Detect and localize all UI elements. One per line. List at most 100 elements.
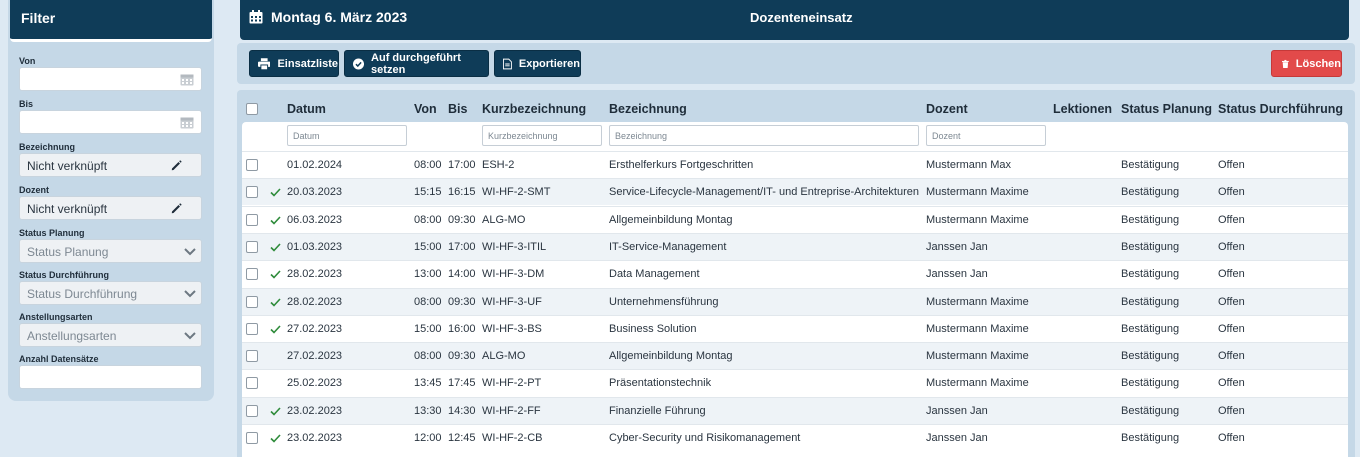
row-checkbox[interactable] — [246, 322, 258, 335]
table-row[interactable]: 01.03.2023 15:00 17:00 WI-HF-3-ITIL IT-Servi… — [242, 232, 1348, 260]
cell-status-durchfuehrung: Offen — [1218, 213, 1245, 226]
table-row[interactable]: 23.02.2023 13:30 14:30 WI-HF-2-FF Finanziell… — [242, 396, 1348, 424]
table-row[interactable]: 06.03.2023 08:00 09:30 ALG-MO Allgemeinbildu… — [242, 205, 1348, 233]
col-status-durchfuehrung[interactable]: Status Durchführung — [1218, 102, 1343, 116]
chevron-down-icon — [184, 290, 196, 298]
cell-status-durchfuehrung: Offen — [1218, 404, 1245, 417]
table-row[interactable]: 27.02.2023 15:00 16:00 WI-HF-3-BS Business S… — [242, 314, 1348, 342]
col-status-planung[interactable]: Status Planung — [1121, 102, 1212, 116]
status-planung-select[interactable]: Status Planung — [19, 239, 202, 263]
filter-dozent-input[interactable]: Dozent — [926, 125, 1046, 146]
row-checkbox[interactable] — [246, 432, 258, 444]
cell-dozent: Mustermann Maxime — [926, 322, 1029, 335]
dozent-field[interactable]: Nicht verknüpft — [19, 196, 202, 220]
row-checkbox[interactable] — [246, 159, 258, 171]
cell-bezeichnung: Cyber-Security und Risikomanagement — [609, 432, 801, 444]
dozent-value: Nicht verknüpft — [27, 202, 108, 216]
cell-bezeichnung: IT-Service-Management — [609, 240, 727, 253]
exportieren-label: Exportieren — [518, 57, 580, 70]
col-bis[interactable]: Bis — [448, 102, 467, 116]
durchgefuehrt-button[interactable]: Auf durchgeführt setzen — [344, 50, 489, 77]
cell-status-planung: Bestätigung — [1121, 295, 1180, 308]
col-bezeichnung[interactable]: Bezeichnung — [609, 102, 687, 116]
table-row[interactable]: 23.02.2023 12:00 12:45 WI-HF-2-CB Cyber-Secu… — [242, 424, 1348, 451]
cell-kurzbezeichnung: ESH-2 — [482, 159, 515, 171]
von-input[interactable] — [19, 67, 202, 91]
status-durchfuehrung-select[interactable]: Status Durchführung — [19, 281, 202, 305]
loeschen-button[interactable]: Löschen — [1271, 50, 1342, 77]
pencil-icon[interactable] — [171, 203, 182, 214]
row-checkbox[interactable] — [246, 350, 258, 363]
table-row[interactable]: 01.02.2024 08:00 17:00 ESH-2 Ersthelferkurs … — [242, 151, 1348, 178]
cell-bezeichnung: Business Solution — [609, 322, 697, 335]
exportieren-button[interactable]: Exportieren — [494, 50, 581, 77]
cell-status-durchfuehrung: Offen — [1218, 295, 1245, 308]
checkmark-icon — [270, 434, 281, 443]
cell-bezeichnung: Allgemeinbildung Montag — [609, 213, 733, 226]
cell-status-planung: Bestätigung — [1121, 186, 1180, 199]
anzahl-label: Anzahl Datensätze — [19, 354, 99, 364]
checkmark-icon — [270, 188, 281, 197]
bezeichnung-field[interactable]: Nicht verknüpft — [19, 153, 202, 177]
anstellungsarten-select[interactable]: Anstellungsarten — [19, 323, 202, 347]
cell-status-durchfuehrung: Offen — [1218, 159, 1245, 171]
cell-von: 15:00 — [414, 240, 442, 253]
calendar-icon[interactable] — [180, 73, 194, 86]
cell-datum: 28.02.2023 — [287, 295, 343, 308]
cell-bis: 09:30 — [448, 295, 476, 308]
cell-dozent: Mustermann Maxime — [926, 295, 1029, 308]
current-date: Montag 6. März 2023 — [271, 9, 408, 25]
col-von[interactable]: Von — [414, 102, 437, 116]
cell-kurzbezeichnung: ALG-MO — [482, 213, 526, 226]
row-checkbox[interactable] — [246, 186, 258, 199]
filter-kurzbezeichnung-input[interactable]: Kurzbezeichnung — [482, 125, 602, 146]
table-row[interactable]: 20.03.2023 15:15 16:15 WI-HF-2-SMT Service-L… — [242, 178, 1348, 206]
col-kurzbezeichnung[interactable]: Kurzbezeichnung — [482, 102, 586, 116]
cell-status-durchfuehrung: Offen — [1218, 377, 1245, 390]
cell-datum: 23.02.2023 — [287, 404, 343, 417]
chevron-down-icon — [184, 248, 196, 256]
bezeichnung-label: Bezeichnung — [19, 142, 76, 152]
loeschen-label: Löschen — [1295, 57, 1341, 70]
cell-dozent: Janssen Jan — [926, 432, 988, 444]
einsatzliste-button[interactable]: Einsatzliste — [249, 50, 339, 77]
pencil-icon[interactable] — [171, 160, 182, 171]
row-checkbox[interactable] — [246, 213, 258, 226]
cell-von: 15:15 — [414, 186, 442, 199]
filter-datum-input[interactable]: Datum — [287, 125, 407, 146]
table-row[interactable]: 28.02.2023 13:00 14:00 WI-HF-3-DM Data Manag… — [242, 260, 1348, 287]
bis-input[interactable] — [19, 110, 202, 134]
select-all-checkbox[interactable] — [246, 103, 258, 115]
cell-status-planung: Bestätigung — [1121, 322, 1180, 335]
calendar-icon[interactable] — [180, 116, 194, 129]
filter-bezeichnung-input[interactable]: Bezeichnung — [609, 125, 919, 146]
cell-dozent: Mustermann Max — [926, 159, 1011, 171]
cell-status-durchfuehrung: Offen — [1218, 240, 1245, 253]
cell-status-planung: Bestätigung — [1121, 213, 1180, 226]
cell-von: 13:45 — [414, 377, 442, 390]
cell-datum: 01.03.2023 — [287, 240, 343, 253]
bezeichnung-value: Nicht verknüpft — [27, 159, 108, 173]
row-checkbox[interactable] — [246, 404, 258, 417]
cell-von: 08:00 — [414, 350, 442, 363]
check-circle-icon — [353, 57, 365, 70]
anzahl-input[interactable] — [19, 365, 202, 389]
col-datum[interactable]: Datum — [287, 102, 326, 116]
col-lektionen[interactable]: Lektionen — [1053, 102, 1112, 116]
checkmark-icon — [270, 270, 281, 279]
cell-kurzbezeichnung: WI-HF-2-PT — [482, 377, 542, 390]
cell-von: 13:00 — [414, 268, 442, 281]
table-row[interactable]: 25.02.2023 13:45 17:45 WI-HF-2-PT Präsentati… — [242, 369, 1348, 396]
status-durchfuehrung-value: Status Durchführung — [27, 287, 138, 301]
table-row[interactable]: 27.02.2023 08:00 09:30 ALG-MO Allgemeinbildu… — [242, 342, 1348, 370]
cell-bezeichnung: Ersthelferkurs Fortgeschritten — [609, 159, 754, 171]
row-checkbox[interactable] — [246, 295, 258, 308]
toolbar: Einsatzliste Auf durchgeführt setzen Exp… — [237, 43, 1355, 84]
row-checkbox[interactable] — [246, 268, 258, 281]
col-dozent[interactable]: Dozent — [926, 102, 968, 116]
row-checkbox[interactable] — [246, 240, 258, 253]
row-checkbox[interactable] — [246, 377, 258, 390]
table-row[interactable]: 28.02.2023 08:00 09:30 WI-HF-3-UF Unternehme… — [242, 287, 1348, 315]
cell-status-planung: Bestätigung — [1121, 432, 1180, 444]
cell-status-planung: Bestätigung — [1121, 268, 1180, 281]
